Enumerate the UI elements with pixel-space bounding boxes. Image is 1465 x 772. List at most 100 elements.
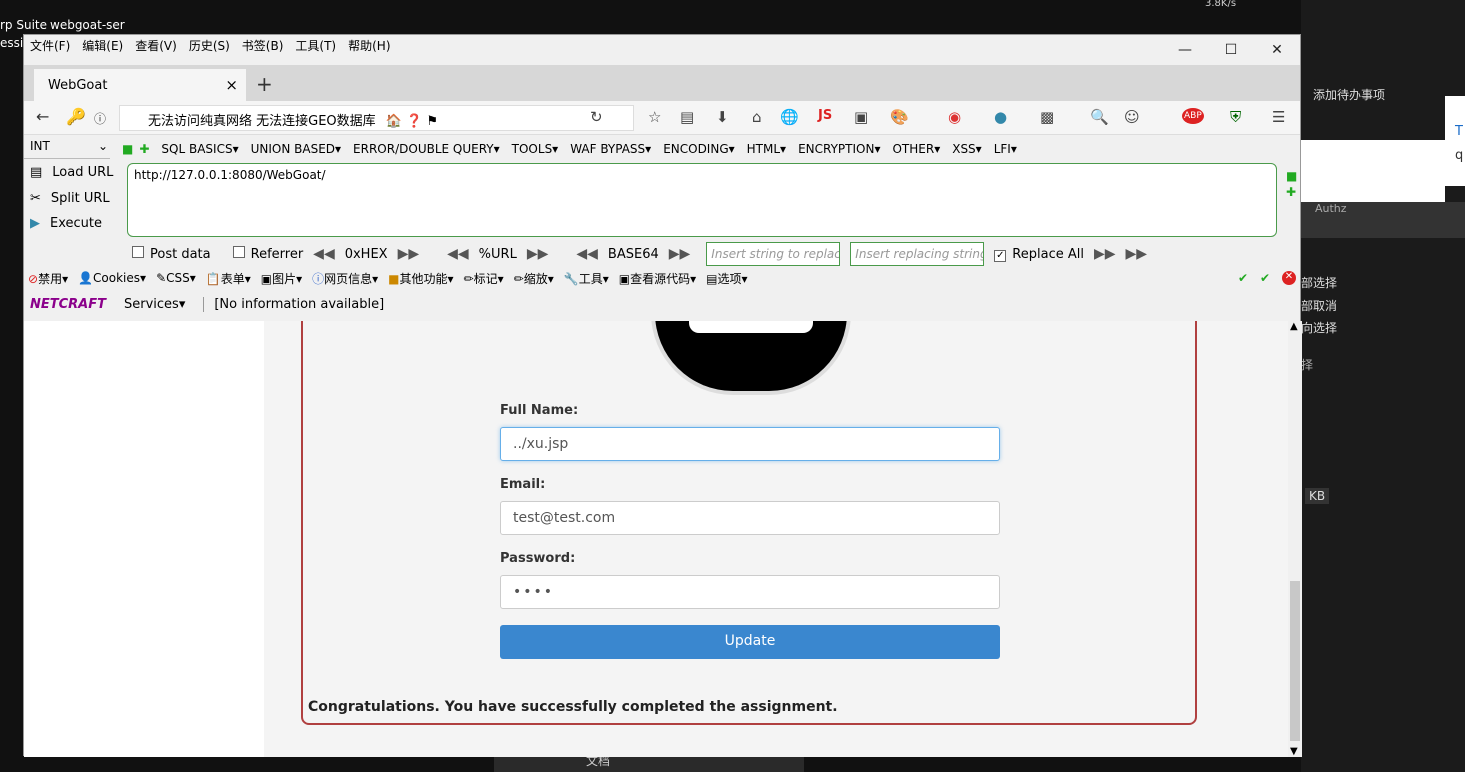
url-decode-arrow-icon[interactable]: ◀◀ [447, 246, 469, 262]
resize-menu[interactable]: ✏缩放▾ [514, 270, 554, 287]
menu-history[interactable]: 历史(S) [189, 37, 230, 54]
reader-icon[interactable]: ▤ [680, 108, 694, 126]
hex-encode-arrow-icon[interactable]: ▶▶ [398, 246, 420, 262]
menu-xss[interactable]: XSS▾ [952, 142, 981, 156]
close-icon[interactable]: ✕ [1254, 35, 1300, 65]
menu-lfi[interactable]: LFI▾ [994, 142, 1017, 156]
invert-select[interactable]: 向选择 [1301, 319, 1337, 336]
hex-decode-arrow-icon[interactable]: ◀◀ [313, 246, 335, 262]
scroll-up-icon[interactable]: ▲ [1290, 321, 1298, 332]
menu-bookmarks[interactable]: 书签(B) [242, 37, 284, 54]
images-menu[interactable]: ▣图片▾ [261, 270, 302, 287]
menu-union-based[interactable]: UNION BASED▾ [251, 142, 341, 156]
home-small-icon[interactable]: 🏠 [386, 114, 402, 129]
url-encode-arrow-icon[interactable]: ▶▶ [527, 246, 549, 262]
globe-icon[interactable]: 🌐 [780, 108, 799, 126]
minimize-icon[interactable]: — [1162, 35, 1208, 65]
split-url-button[interactable]: ✂ Split URL [30, 191, 110, 206]
menu-other[interactable]: OTHER▾ [892, 142, 940, 156]
view-source-menu[interactable]: ▣查看源代码▾ [619, 270, 696, 287]
bookmark-star-icon[interactable]: ☆ [648, 108, 661, 126]
replace-arrow2-icon[interactable]: ▶▶ [1126, 246, 1148, 262]
hackbar-icon[interactable]: ◉ [948, 108, 961, 126]
url-textarea[interactable]: http://127.0.0.1:8080/WebGoat/ [127, 163, 1277, 237]
desktop-icon-webgoat[interactable]: webgoat-ser [50, 18, 125, 32]
url-bar[interactable]: 无法访问纯真网络 无法连接GEO数据库 🏠 ❓ ⚑ [119, 105, 634, 131]
cookies-menu[interactable]: 👤Cookies▾ [78, 271, 146, 285]
palette-icon[interactable]: 🎨 [890, 108, 909, 126]
b64-encode-arrow-icon[interactable]: ▶▶ [669, 246, 691, 262]
tab-webgoat[interactable]: WebGoat × [34, 69, 246, 101]
tools-menu[interactable]: 🔧工具▾ [564, 270, 609, 287]
error-icon[interactable]: ✕ [1282, 271, 1296, 285]
menu-edit[interactable]: 编辑(E) [82, 37, 123, 54]
menu-tools-hb[interactable]: TOOLS▾ [512, 142, 559, 156]
maximize-icon[interactable]: ☐ [1208, 35, 1254, 65]
outline-menu[interactable]: ✏标记▾ [464, 270, 504, 287]
email-input[interactable]: test@test.com [500, 501, 1000, 535]
hamburger-menu-icon[interactable]: ☰ [1272, 108, 1285, 126]
netcraft-logo[interactable]: NETCRAFT [30, 297, 106, 312]
b64-decode-arrow-icon[interactable]: ◀◀ [576, 246, 598, 262]
options-menu[interactable]: ▤选项▾ [706, 270, 747, 287]
menu-sql-basics[interactable]: SQL BASICS▾ [161, 142, 238, 156]
replace-all-checkbox[interactable]: ✓ Replace All [994, 247, 1084, 262]
hb-minus-icon[interactable]: ■ [1286, 169, 1297, 183]
execute-button[interactable]: ▶ Execute [30, 216, 102, 231]
services-menu[interactable]: Services▾ [124, 297, 185, 312]
menu-html[interactable]: HTML▾ [747, 142, 786, 156]
menu-encoding[interactable]: ENCODING▾ [663, 142, 734, 156]
info-menu[interactable]: ⓘ网页信息▾ [312, 270, 378, 287]
back-arrow-icon[interactable]: ← [36, 107, 49, 126]
key-icon[interactable]: 🔑 [66, 107, 86, 126]
image-icon[interactable]: ▣ [854, 108, 868, 126]
todo-link[interactable]: 添加待办事项 [1313, 86, 1385, 103]
update-button[interactable]: Update [500, 625, 1000, 659]
proxy-icon[interactable]: ● [994, 108, 1007, 126]
css-menu[interactable]: ✎CSS▾ [156, 271, 196, 285]
menu-error-double[interactable]: ERROR/DOUBLE QUERY▾ [353, 142, 500, 156]
minus-icon[interactable]: ■ [122, 142, 133, 156]
face-icon[interactable]: ☺ [1124, 108, 1140, 126]
forms-menu[interactable]: 📋表单▾ [206, 270, 251, 287]
adblock-icon[interactable]: ABP [1182, 108, 1204, 124]
replace-arrow-icon[interactable]: ▶▶ [1094, 246, 1116, 262]
check-icon[interactable]: ✔ [1238, 271, 1248, 285]
misc-menu[interactable]: ■其他功能▾ [388, 270, 453, 287]
int-select[interactable]: INT ⌄ [24, 139, 110, 159]
scrollbar-thumb[interactable] [1290, 581, 1300, 741]
plus-icon[interactable]: ✚ [139, 142, 149, 156]
select-all[interactable]: 部选择 [1301, 274, 1337, 291]
flag-icon[interactable]: ⚑ [426, 114, 438, 129]
desktop-icon-label[interactable]: rp Suite [0, 18, 47, 32]
menu-file[interactable]: 文件(F) [30, 37, 70, 54]
help-small-icon[interactable]: ❓ [406, 114, 422, 129]
fullname-input[interactable]: ../xu.jsp [500, 427, 1000, 461]
insert-string-input[interactable]: Insert string to replace [706, 242, 841, 266]
hb-plus-icon[interactable]: ✚ [1286, 185, 1296, 199]
scroll-down-icon[interactable]: ▼ [1290, 746, 1298, 757]
menu-encryption[interactable]: ENCRYPTION▾ [798, 142, 880, 156]
check2-icon[interactable]: ✔ [1260, 271, 1270, 285]
authz-tab[interactable]: Authz [1315, 202, 1347, 215]
menu-help[interactable]: 帮助(H) [348, 37, 390, 54]
download-icon[interactable]: ⬇ [716, 108, 729, 126]
password-input[interactable]: •••• [500, 575, 1000, 609]
load-url-button[interactable]: ▤ Load URL [30, 165, 113, 180]
reload-icon[interactable]: ↻ [590, 108, 603, 126]
tab-close-icon[interactable]: × [225, 76, 238, 94]
replacing-string-input[interactable]: Insert replacing string [850, 242, 985, 266]
post-data-checkbox[interactable]: Post data [132, 246, 211, 262]
info-icon[interactable]: ⓘ [94, 110, 106, 127]
referrer-checkbox[interactable]: Referrer [232, 246, 303, 262]
vertical-scrollbar[interactable]: ▲ ▼ [1288, 321, 1302, 757]
home-icon[interactable]: ⌂ [752, 108, 762, 126]
menu-view[interactable]: 查看(V) [135, 37, 177, 54]
page-icon[interactable]: ▩ [1040, 108, 1054, 126]
menu-tools[interactable]: 工具(T) [295, 37, 336, 54]
new-tab-icon[interactable]: + [256, 72, 273, 96]
search-icon[interactable]: 🔍 [1090, 108, 1109, 126]
cancel-all[interactable]: 部取消 [1301, 297, 1337, 314]
shield-icon[interactable]: ⛨ [1230, 108, 1241, 126]
disable-menu[interactable]: ⊘禁用▾ [28, 270, 68, 287]
